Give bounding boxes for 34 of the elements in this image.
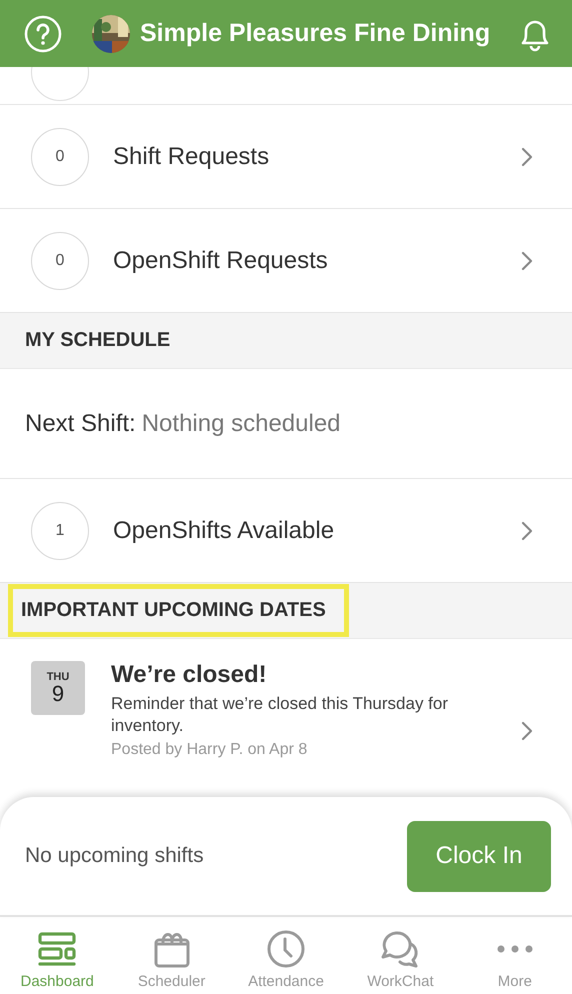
- clock-icon: [267, 930, 306, 968]
- event-title: We’re closed!: [111, 661, 268, 689]
- chevron-icon: [520, 520, 534, 542]
- next-shift-label: Next Shift:: [25, 410, 136, 438]
- tab[interactable]: Dashboard: [0, 917, 114, 994]
- next-shift-value: Nothing scheduled: [142, 410, 341, 438]
- count-badge: 0: [31, 232, 89, 290]
- tab[interactable]: More: [458, 917, 572, 994]
- row-label: Shift Requests: [113, 142, 270, 170]
- tab[interactable]: Scheduler: [114, 917, 229, 994]
- dashboard-icon: [38, 932, 76, 966]
- help-icon[interactable]: [24, 14, 62, 52]
- section-heading: MY SCHEDULE: [25, 329, 170, 352]
- tab[interactable]: WorkChat: [343, 917, 458, 994]
- chevron-icon: [520, 146, 534, 168]
- tab[interactable]: Attendance: [228, 917, 344, 994]
- event-row[interactable]: THU 9 We’re closed! Reminder that we’re closed this Thursday for inventory. Posted by Harry P. on Apr 8: [0, 639, 572, 797]
- section-heading: IMPORTANT UPCOMING DATES: [8, 584, 349, 637]
- event-description: Reminder that we’re closed this Thursday for inventory.: [111, 693, 450, 738]
- row-label: OpenShifts Available: [113, 516, 336, 544]
- chevron-icon: [520, 720, 534, 742]
- chevron-icon: [520, 250, 534, 272]
- restaurant-name: Simple Pleasures Fine Dining: [140, 19, 492, 48]
- event-meta: Posted by Harry P. on Apr 8: [111, 741, 308, 760]
- shift-status: No upcoming shifts: [25, 844, 204, 868]
- chat-icon: [380, 930, 420, 968]
- clock-in-button[interactable]: Clock In: [407, 820, 551, 892]
- list-row[interactable]: 0 Shift Requests: [0, 105, 572, 209]
- more-icon: [496, 944, 534, 954]
- count-badge: 0: [31, 128, 89, 186]
- date-badge: THU 9: [31, 661, 85, 715]
- row-label: OpenShift Requests: [113, 246, 329, 274]
- count-badge: 1: [31, 502, 89, 560]
- calendar-icon: [152, 930, 191, 968]
